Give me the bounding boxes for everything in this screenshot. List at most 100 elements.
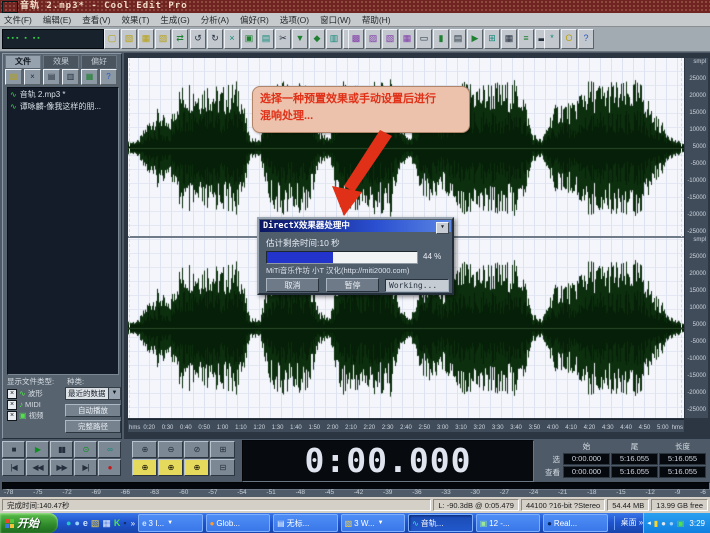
- redo-button[interactable]: ↻: [207, 29, 223, 49]
- mix-paste-button[interactable]: ◆: [309, 29, 325, 49]
- spectral-view-button[interactable]: ▮: [433, 29, 449, 49]
- new-file-button[interactable]: ▢: [104, 29, 120, 49]
- open-folder-button[interactable]: ▧: [5, 69, 22, 85]
- cancel-button[interactable]: 取消: [266, 278, 319, 292]
- play-looped-button[interactable]: ⊙: [74, 441, 97, 458]
- quick-launch-player-icon[interactable]: ▦: [102, 518, 111, 528]
- quick-launch-folder-icon[interactable]: ▧: [91, 518, 100, 528]
- menu-item[interactable]: 编辑(E): [43, 14, 71, 26]
- tray-expand-icon[interactable]: ◂: [647, 519, 651, 528]
- play-list-button[interactable]: ▶: [467, 29, 483, 49]
- envelope-button[interactable]: ▨: [365, 29, 381, 49]
- quick-launch-media-icon[interactable]: ●: [66, 518, 71, 528]
- menu-item[interactable]: 偏好(R): [240, 14, 269, 26]
- view-length-value[interactable]: 5:16.055: [659, 466, 706, 478]
- view-end-value[interactable]: 5:16.055: [611, 466, 658, 478]
- sort-dropdown[interactable]: 最近的数据 ▼: [65, 387, 121, 400]
- task-global[interactable]: ● Glob... ▼: [206, 514, 271, 532]
- play-button[interactable]: ▶: [26, 441, 49, 458]
- chevron-down-icon[interactable]: ▼: [108, 388, 120, 399]
- zoom-vertical-button[interactable]: ⊟: [210, 459, 235, 476]
- checkbox[interactable]: ×: [7, 389, 17, 399]
- go-to-end-button[interactable]: ▶|: [74, 459, 97, 476]
- zoom-to-selection-button[interactable]: ⊞: [210, 441, 235, 458]
- zoom-selection-button[interactable]: ⊕: [184, 459, 209, 476]
- zoom-right-edge-button[interactable]: ⊕: [158, 459, 183, 476]
- menu-item[interactable]: 分析(A): [201, 14, 229, 26]
- file-list[interactable]: ∿ 音轨 2.mp3 * ∿ 谭咏麟-像我这样的朋...: [7, 87, 119, 375]
- time-display[interactable]: 0:00.000: [242, 440, 534, 482]
- file-item[interactable]: ∿ 谭咏麟-像我这样的朋...: [8, 100, 118, 112]
- quick-launch-ie-icon[interactable]: e: [83, 518, 88, 528]
- pause-button[interactable]: 暂停: [326, 278, 379, 292]
- undo-button[interactable]: ↺: [190, 29, 206, 49]
- quick-launch-globe-icon[interactable]: ●: [74, 518, 79, 528]
- monitor-button[interactable]: O: [561, 29, 577, 49]
- selection-end-value[interactable]: 5:16.055: [611, 453, 658, 465]
- save-as-button[interactable]: ▨: [155, 29, 171, 49]
- tab-favorites[interactable]: 偏好: [81, 55, 117, 68]
- selection-length-value[interactable]: 5:16.055: [659, 453, 706, 465]
- task-realplayer[interactable]: ● Real... ▼: [543, 514, 608, 532]
- desktop-toolbar[interactable]: 桌面 »: [614, 516, 644, 530]
- type-filter-row[interactable]: × ♪ MIDI: [7, 399, 44, 410]
- menu-item[interactable]: 查看(V): [82, 14, 110, 26]
- zoom-left-edge-button[interactable]: ⊕: [132, 459, 157, 476]
- level-meter-widget[interactable]: ▪▪▪ ▪ ▪▪: [2, 29, 104, 49]
- fast-forward-button[interactable]: ▶▶: [50, 459, 73, 476]
- waveform-view-button[interactable]: ▭: [416, 29, 432, 49]
- edit-list-button[interactable]: ▥: [62, 69, 79, 85]
- zoom-out-button[interactable]: ⊖: [158, 441, 183, 458]
- help-button[interactable]: ?: [578, 29, 594, 49]
- normalize-button[interactable]: ▧: [382, 29, 398, 49]
- trim-button[interactable]: ▥: [326, 29, 342, 49]
- task-dropdown-arrow[interactable]: ▼: [378, 520, 384, 526]
- close-file-button[interactable]: ×: [24, 69, 41, 85]
- tab-effects[interactable]: 效果: [43, 55, 79, 68]
- dialog-title-bar[interactable]: DirectX效果器处理中 ▼: [260, 220, 451, 232]
- repair-button[interactable]: ×: [224, 29, 240, 49]
- tray-volume-icon[interactable]: ●: [661, 519, 666, 528]
- quick-launch-dark-icon[interactable]: ▪: [123, 518, 126, 528]
- full-path-button[interactable]: 完整路径: [65, 420, 121, 433]
- tray-lock-icon[interactable]: ▮: [654, 519, 658, 528]
- selection-start-value[interactable]: 0:00.000: [563, 453, 610, 465]
- task-internet-explorer[interactable]: e 3 I... ▼: [138, 514, 203, 532]
- open-file-button[interactable]: ▧: [121, 29, 137, 49]
- type-filter-row[interactable]: × ∿ 波形: [7, 388, 44, 399]
- cd-player-button[interactable]: ▦: [501, 29, 517, 49]
- task-cool-edit[interactable]: ∿ 音轨... ▼: [408, 514, 473, 532]
- media-type-button[interactable]: ▦: [81, 69, 98, 85]
- file-item[interactable]: ∿ 音轨 2.mp3 *: [8, 88, 118, 100]
- paste-button[interactable]: ▼: [292, 29, 308, 49]
- menu-item[interactable]: 选项(O): [280, 14, 309, 26]
- stop-button[interactable]: ■: [2, 441, 25, 458]
- mixer-window-button[interactable]: ≡: [518, 29, 534, 49]
- menu-item[interactable]: 效果(T): [122, 14, 150, 26]
- task-image-viewer[interactable]: ▣ 12 -... ▼: [476, 514, 541, 532]
- rewind-button[interactable]: ◀◀: [26, 459, 49, 476]
- effects-rack-button[interactable]: ▩: [348, 29, 364, 49]
- insert-to-multitrack-button[interactable]: ▤: [43, 69, 60, 85]
- zoom-full-button[interactable]: ⊘: [184, 441, 209, 458]
- tray-network-icon[interactable]: ●: [669, 519, 674, 528]
- record-button[interactable]: ●: [98, 459, 121, 476]
- timeline-ruler[interactable]: hms 0:200:300:400:501:001:101:201:301:40…: [128, 419, 684, 432]
- menu-item[interactable]: 生成(G): [160, 14, 189, 26]
- save-file-button[interactable]: ▦: [138, 29, 154, 49]
- panel-help-button[interactable]: ?: [100, 69, 117, 85]
- task-folders[interactable]: ▧ 3 W... ▼: [341, 514, 406, 532]
- menu-item[interactable]: 窗口(W): [320, 14, 351, 26]
- amplitude-scale[interactable]: smpl 2500020000 1500010000 5000-5000 -10…: [685, 58, 708, 418]
- copy-button[interactable]: ▤: [258, 29, 274, 49]
- checkbox[interactable]: ×: [7, 411, 17, 421]
- task-notepad[interactable]: ▤ 无标... ▼: [273, 514, 338, 532]
- start-button[interactable]: 开始: [0, 513, 58, 533]
- loop-button[interactable]: ∞: [98, 441, 121, 458]
- convert-type-button[interactable]: ▣: [241, 29, 257, 49]
- save-all-button[interactable]: ⇄: [172, 29, 188, 49]
- zoom-in-button[interactable]: ⊕: [132, 441, 157, 458]
- tab-files[interactable]: 文件: [5, 55, 41, 68]
- title-bar[interactable]: 音轨 2.mp3* - Cool Edit Pro: [0, 0, 710, 13]
- dialog-close-icon[interactable]: ▼: [436, 222, 449, 234]
